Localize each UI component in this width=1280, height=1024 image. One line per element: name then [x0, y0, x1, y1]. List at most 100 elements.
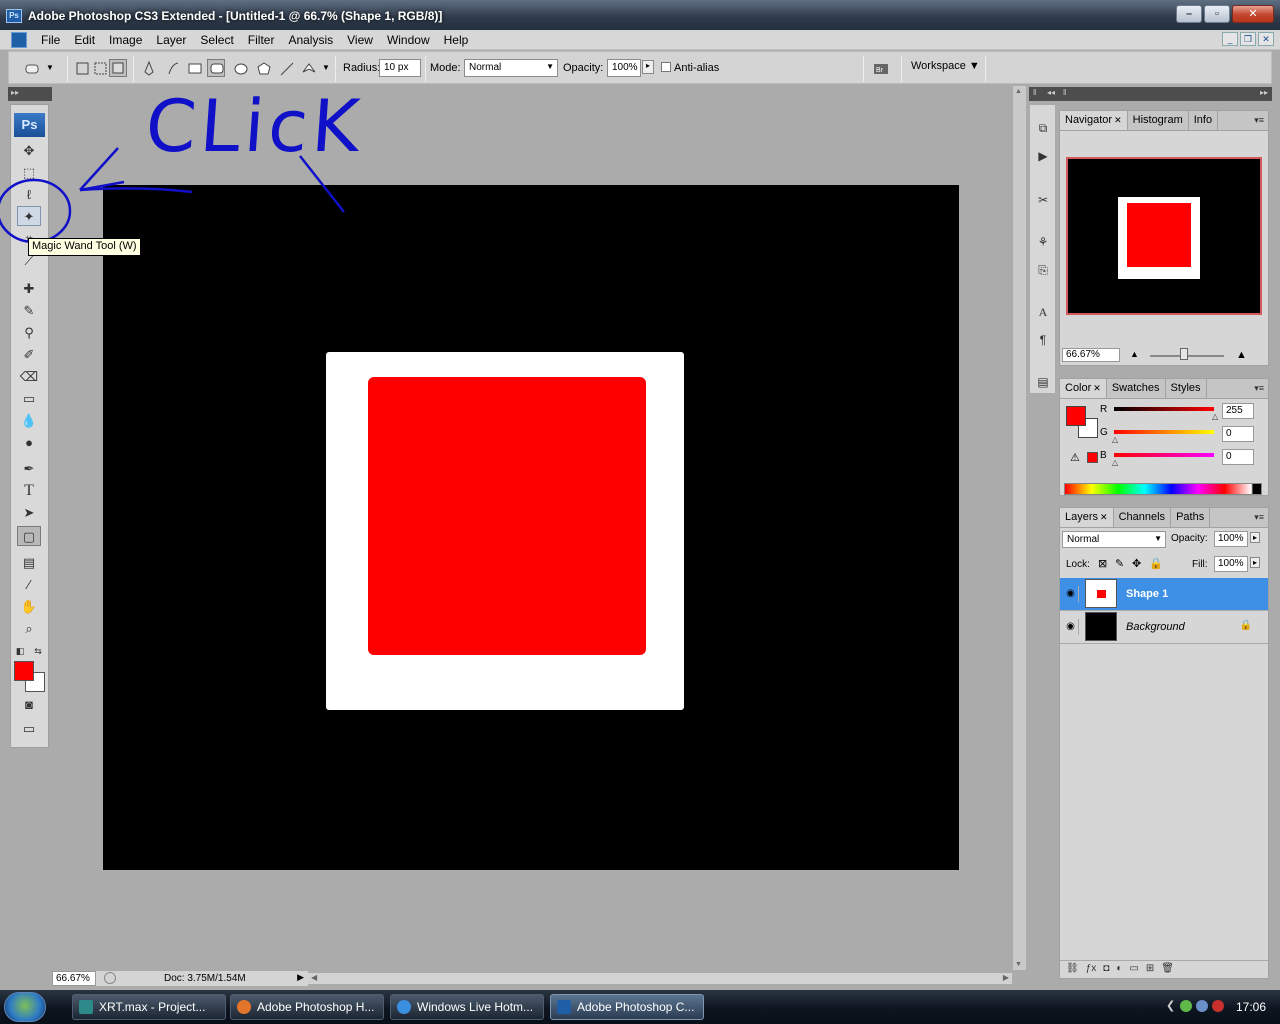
green-slider-thumb-icon[interactable]: △ [1112, 435, 1118, 444]
doc-restore-button[interactable]: ❐ [1240, 32, 1256, 46]
green-channel-value[interactable]: 0 [1222, 426, 1254, 442]
layer-style-icon[interactable]: ƒx [1086, 963, 1097, 976]
dock-collapse-icon[interactable]: ‖ [1033, 88, 1036, 97]
lock-image-icon[interactable]: ✎ [1115, 557, 1124, 570]
polygon-icon[interactable] [254, 59, 272, 77]
fill-input[interactable]: 100% [1214, 556, 1248, 572]
panel-menu-icon[interactable]: ▾≡ [1254, 115, 1264, 126]
taskbar-photoshop[interactable]: Adobe Photoshop C... [550, 994, 704, 1020]
color-panel-foreground-swatch[interactable] [1066, 406, 1086, 426]
layer-blend-mode-select[interactable]: Normal ▼ [1062, 531, 1166, 548]
security-shield-icon[interactable] [1212, 1000, 1224, 1012]
dock-grip-icon[interactable]: ‖ [1063, 88, 1066, 97]
status-info-icon[interactable] [104, 972, 116, 984]
canvas-area[interactable] [52, 86, 1012, 970]
clone-source-icon[interactable]: ⎘ [1034, 261, 1052, 279]
antialias-checkbox[interactable] [661, 62, 671, 72]
eraser-tool-icon[interactable]: ⌫ [17, 367, 41, 387]
new-group-icon[interactable]: ▭ [1129, 963, 1138, 976]
scroll-right-icon[interactable]: ▶ [1003, 973, 1009, 982]
status-menu-arrow-icon[interactable]: ▶ [297, 972, 304, 983]
zoom-field[interactable]: 66.67% [52, 971, 96, 986]
scroll-down-icon[interactable]: ▼ [1015, 961, 1022, 968]
close-icon[interactable]: ✕ [1100, 512, 1108, 522]
vertical-scrollbar[interactable]: ▲ ▼ [1012, 86, 1026, 970]
default-colors-icon[interactable]: ◧ [13, 641, 27, 661]
hand-tool-icon[interactable]: ✋ [17, 597, 41, 617]
actions-panel-icon[interactable]: ▶ [1034, 147, 1052, 165]
menu-image[interactable]: Image [102, 33, 149, 49]
color-spectrum-bar[interactable] [1064, 483, 1262, 495]
lasso-tool-icon[interactable]: ℓ [17, 185, 41, 205]
collapse-icon[interactable]: ▸▸ [11, 88, 19, 97]
maximize-button[interactable]: ▫ [1204, 5, 1230, 23]
taskbar-3dsmax[interactable]: XRT.max - Project... [72, 994, 226, 1020]
menu-analysis[interactable]: Analysis [281, 33, 340, 49]
opacity-slider-arrow-icon[interactable]: ▸ [642, 60, 654, 74]
eyedropper-tool-icon[interactable]: ⁄ [17, 575, 41, 595]
adjustment-layer-icon[interactable]: ◐ [1116, 963, 1122, 976]
tab-color[interactable]: Color ✕ [1060, 379, 1107, 398]
doc-minimize-button[interactable]: _ [1222, 32, 1238, 46]
rounded-rectangle-tool-icon[interactable]: ▢ [17, 526, 41, 546]
quick-mask-icon[interactable]: ◙ [17, 695, 41, 715]
tool-preset-icon[interactable] [23, 59, 41, 77]
fill-arrow-icon[interactable]: ▸ [1250, 557, 1260, 568]
marquee-tool-icon[interactable]: ⬚ [17, 163, 41, 183]
layer-opacity-input[interactable]: 100% [1214, 531, 1248, 547]
character-panel-icon[interactable]: A [1034, 303, 1052, 321]
opacity-arrow-icon[interactable]: ▸ [1250, 532, 1260, 543]
zoom-tool-icon[interactable]: ⌕ [17, 619, 41, 639]
tab-navigator[interactable]: Navigator ✕ [1060, 111, 1128, 130]
navigator-slider-thumb[interactable] [1180, 348, 1188, 360]
line-icon[interactable] [277, 59, 295, 77]
menu-filter[interactable]: Filter [241, 33, 282, 49]
menu-window[interactable]: Window [380, 33, 437, 49]
blue-channel-slider[interactable] [1114, 453, 1214, 457]
menu-help[interactable]: Help [437, 33, 476, 49]
tool-presets-icon[interactable]: ✂ [1034, 191, 1052, 209]
clone-stamp-icon[interactable]: ⚲ [17, 323, 41, 343]
scroll-left-icon[interactable]: ◀ [311, 973, 317, 982]
tab-styles[interactable]: Styles [1166, 379, 1207, 398]
radius-input[interactable]: 10 px [379, 59, 421, 77]
minimize-button[interactable]: – [1176, 5, 1202, 23]
start-button[interactable] [4, 992, 46, 1022]
workspace-menu[interactable]: Workspace ▼ [911, 60, 980, 72]
ellipse-icon[interactable] [231, 59, 249, 77]
menu-file[interactable]: File [34, 33, 67, 49]
tab-channels[interactable]: Channels [1114, 508, 1172, 527]
delete-layer-icon[interactable]: 🗑 [1161, 963, 1174, 976]
opacity-input[interactable]: 100% [607, 59, 641, 77]
chevron-down-icon[interactable]: ▼ [45, 62, 55, 80]
link-layers-icon[interactable]: ⛓ [1066, 963, 1079, 976]
zoom-in-icon[interactable]: ▲ [1236, 349, 1247, 361]
history-brush-icon[interactable]: ✐ [17, 345, 41, 365]
panel-menu-icon[interactable]: ▾≡ [1254, 383, 1264, 394]
dock-expand-icon[interactable]: ◂◂ [1047, 88, 1055, 97]
visibility-eye-icon[interactable]: ◉ [1063, 586, 1079, 602]
brushes-panel-icon[interactable]: ⚘ [1034, 233, 1052, 251]
shape-layers-icon[interactable] [73, 59, 91, 77]
pen-tool-icon[interactable]: ✒ [17, 459, 41, 479]
taskbar-firefox[interactable]: Adobe Photoshop H... [230, 994, 384, 1020]
move-tool-icon[interactable]: ✥ [17, 141, 41, 161]
brush-tool-icon[interactable]: ✎ [17, 301, 41, 321]
custom-shape-icon[interactable] [299, 59, 317, 77]
paragraph-panel-icon[interactable]: ¶ [1034, 331, 1052, 349]
paths-icon[interactable] [91, 59, 109, 77]
foreground-color-swatch[interactable] [14, 661, 34, 681]
swap-colors-icon[interactable]: ⇆ [31, 641, 45, 661]
mode-select[interactable]: Normal ▼ [464, 59, 558, 77]
tab-swatches[interactable]: Swatches [1107, 379, 1166, 398]
panel-menu-icon[interactable]: ▾≡ [1254, 512, 1264, 523]
new-layer-icon[interactable]: ⊞ [1146, 963, 1154, 976]
menu-select[interactable]: Select [193, 33, 240, 49]
navigator-zoom-field[interactable]: 66.67% [1062, 348, 1120, 362]
red-channel-slider[interactable] [1114, 407, 1214, 411]
layer-row-shape-1[interactable]: ◉ Shape 1 [1060, 578, 1268, 611]
gradient-tool-icon[interactable]: ▭ [17, 389, 41, 409]
tab-histogram[interactable]: Histogram [1128, 111, 1189, 130]
magic-wand-tool-icon[interactable]: ✦ [17, 206, 41, 226]
history-panel-icon[interactable]: ⧉ [1034, 119, 1052, 137]
